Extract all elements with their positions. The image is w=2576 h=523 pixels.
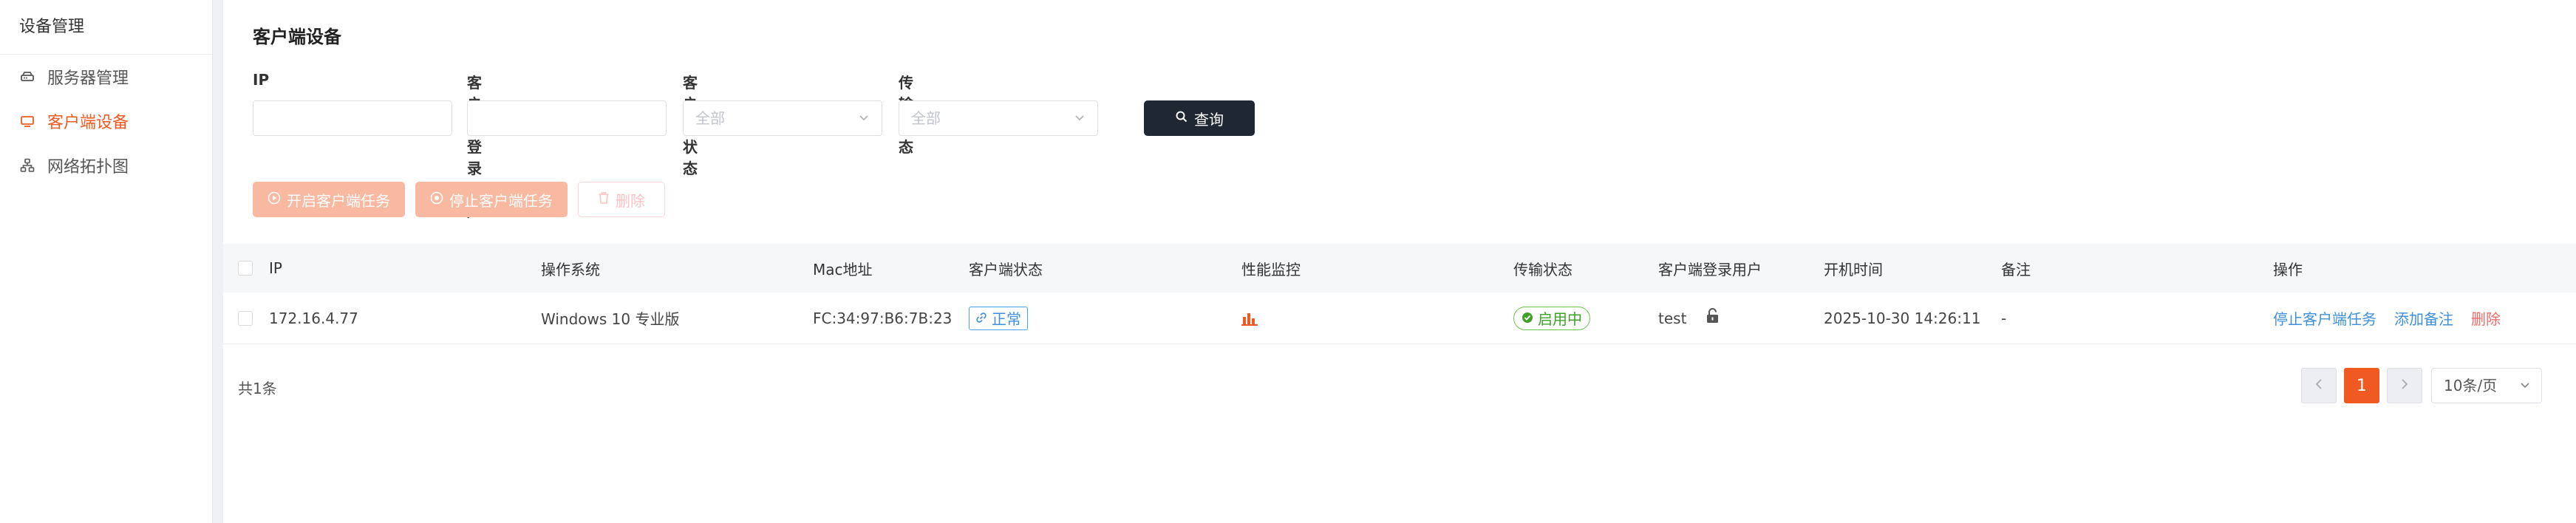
page-number-current[interactable]: 1: [2344, 368, 2379, 403]
client-status-select[interactable]: 全部: [683, 100, 882, 136]
sidebar-item-label: 网络拓扑图: [47, 158, 129, 177]
cell-operations: 停止客户端任务 添加备注 删除: [2273, 293, 2501, 343]
login-user-text: test: [1658, 309, 1687, 327]
chevron-down-icon: [2519, 369, 2531, 414]
main-panel: 客户端设备 IP 客户端登录用户 客户端状态 全部 传输状态 全部 查询 开启客…: [223, 0, 2576, 523]
cell-client-status: 正常: [969, 293, 1028, 343]
cell-ip: 172.16.4.77: [269, 309, 358, 327]
delete-link[interactable]: 删除: [2471, 307, 2501, 329]
page-title: 客户端设备: [253, 27, 341, 47]
stop-circle-icon: [430, 191, 443, 208]
transfer-status-text: 启用中: [1538, 310, 1582, 328]
stop-client-task-button[interactable]: 停止客户端任务: [415, 182, 568, 217]
column-header-performance: 性能监控: [1241, 260, 1301, 278]
cell-remark: -: [2001, 309, 2007, 327]
client-table: IP 操作系统 Mac地址 客户端状态 性能监控 传输状态 客户端登录用户 开机…: [223, 244, 2576, 344]
cell-boot-time: 2025-10-30 14:26:11: [1824, 309, 1981, 327]
sidebar-item-label: 服务器管理: [47, 69, 129, 88]
table-header: IP 操作系统 Mac地址 客户端状态 性能监控 传输状态 客户端登录用户 开机…: [223, 244, 2576, 293]
column-header-login-user: 客户端登录用户: [1658, 260, 1762, 278]
client-status-select-value: 全部: [695, 109, 725, 127]
performance-monitor-icon[interactable]: [1241, 293, 1259, 343]
add-remark-link[interactable]: 添加备注: [2394, 307, 2453, 329]
sidebar: 设备管理 服务器管理 客户端设备 网络拓扑图: [0, 0, 213, 523]
page-size-select[interactable]: 10条/页: [2431, 368, 2542, 403]
column-header-remark: 备注: [2001, 260, 2031, 278]
sidebar-item-client-devices[interactable]: 客户端设备: [0, 99, 212, 143]
topology-icon: [19, 157, 35, 174]
row-checkbox[interactable]: [238, 293, 253, 343]
layout-gutter: [213, 0, 223, 523]
server-icon: [19, 69, 35, 85]
monitor-icon: [19, 113, 35, 129]
link-icon: [975, 310, 987, 327]
start-client-task-label: 开启客户端任务: [287, 191, 390, 210]
column-header-mac: Mac地址: [813, 260, 873, 278]
chevron-down-icon: [1074, 101, 1086, 147]
sidebar-item-network-topology[interactable]: 网络拓扑图: [0, 143, 212, 188]
table-row: 172.16.4.77 Windows 10 专业版 FC:34:97:B6:7…: [223, 293, 2576, 344]
prev-page-button[interactable]: [2301, 368, 2337, 403]
page-size-value: 10条/页: [2444, 377, 2498, 394]
user-input[interactable]: [467, 100, 667, 136]
ip-filter-label: IP: [253, 71, 270, 89]
chevron-down-icon: [858, 101, 870, 147]
query-button[interactable]: 查询: [1144, 100, 1255, 136]
column-header-ip: IP: [269, 259, 282, 277]
stop-client-task-label: 停止客户端任务: [449, 191, 553, 210]
check-circle-icon: [1522, 310, 1533, 327]
column-header-boot-time: 开机时间: [1824, 260, 1883, 278]
client-status-text: 正常: [992, 310, 1021, 328]
sidebar-item-label: 客户端设备: [47, 114, 129, 132]
trash-icon: [598, 191, 610, 208]
sidebar-item-server-management[interactable]: 服务器管理: [0, 55, 212, 99]
stop-client-task-link[interactable]: 停止客户端任务: [2273, 307, 2376, 329]
client-status-badge: 正常: [969, 306, 1028, 330]
transfer-status-select-value: 全部: [911, 109, 941, 127]
unlock-icon[interactable]: [1706, 308, 1720, 328]
delete-button-label: 删除: [616, 191, 645, 210]
cell-mac: FC:34:97:B6:7B:23: [813, 309, 953, 327]
play-circle-icon: [268, 191, 281, 208]
cell-transfer-status: 启用中: [1513, 293, 1590, 343]
total-count: 共1条: [238, 380, 277, 397]
pagination-bar: 共1条 1 10条/页: [223, 366, 2576, 405]
column-header-operations: 操作: [2273, 260, 2303, 278]
action-bar: 开启客户端任务 停止客户端任务 删除: [253, 182, 665, 217]
column-header-transfer-status: 传输状态: [1513, 260, 1572, 278]
select-all-checkbox[interactable]: [238, 244, 253, 293]
ip-input[interactable]: [253, 100, 452, 136]
start-client-task-button[interactable]: 开启客户端任务: [253, 182, 405, 217]
delete-button[interactable]: 删除: [578, 182, 665, 217]
cell-login-user: test: [1658, 293, 1720, 343]
search-icon: [1175, 109, 1188, 127]
sidebar-header: 设备管理: [0, 0, 212, 55]
transfer-status-badge: 启用中: [1513, 306, 1590, 330]
column-header-os: 操作系统: [541, 260, 600, 278]
query-button-label: 查询: [1194, 110, 1224, 129]
next-page-button[interactable]: [2387, 368, 2422, 403]
transfer-status-select[interactable]: 全部: [899, 100, 1098, 136]
chevron-left-icon: [2314, 377, 2323, 395]
chevron-right-icon: [2400, 377, 2409, 395]
cell-os: Windows 10 专业版: [541, 310, 680, 328]
column-header-client-status: 客户端状态: [969, 260, 1043, 278]
